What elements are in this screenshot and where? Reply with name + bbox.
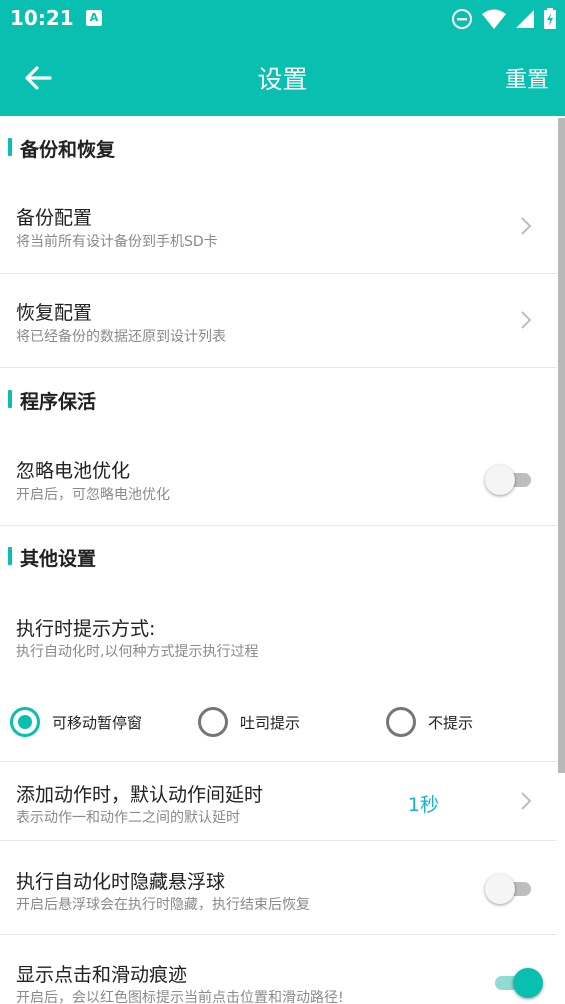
row-title: 执行自动化时隐藏悬浮球 bbox=[16, 871, 226, 893]
status-time: 10:21 bbox=[10, 6, 74, 30]
default-delay-row[interactable]: 添加动作时，默认动作间延时 表示动作一和动作二之间的默认延时 1秒 bbox=[0, 761, 557, 841]
row-title: 执行时提示方式: bbox=[16, 618, 156, 640]
ignore-battery-toggle[interactable] bbox=[485, 464, 531, 495]
wifi-icon bbox=[482, 9, 506, 29]
section-accent-bar bbox=[8, 390, 12, 408]
section-title: 备份和恢复 bbox=[20, 139, 116, 161]
radio-label: 不提示 bbox=[428, 713, 474, 732]
app-bar: 设置 重置 bbox=[0, 38, 565, 116]
chevron-right-icon bbox=[521, 311, 532, 329]
row-subtitle: 表示动作一和动作二之间的默认延时 bbox=[16, 810, 240, 826]
row-title: 恢复配置 bbox=[16, 302, 93, 324]
prompt-mode-row: 执行时提示方式: 执行自动化时,以何种方式提示执行过程 bbox=[0, 587, 557, 677]
reset-button[interactable]: 重置 bbox=[505, 62, 549, 94]
hide-ball-row[interactable]: 执行自动化时隐藏悬浮球 开启后悬浮球会在执行时隐藏，执行结束后恢复 bbox=[0, 841, 557, 935]
section-accent-bar bbox=[8, 138, 12, 156]
scrollbar[interactable] bbox=[558, 118, 565, 773]
section-keepalive-header: 程序保活 bbox=[0, 370, 557, 430]
radio-none[interactable]: 不提示 bbox=[386, 706, 473, 738]
radio-checked-icon bbox=[10, 707, 40, 737]
row-title: 添加动作时，默认动作间延时 bbox=[16, 784, 264, 806]
backup-config-row[interactable]: 备份配置 将当前所有设计备份到手机SD卡 bbox=[0, 178, 557, 274]
row-subtitle: 执行自动化时,以何种方式提示执行过程 bbox=[16, 644, 259, 660]
toggle-knob bbox=[485, 874, 515, 904]
signal-icon bbox=[516, 10, 534, 28]
status-bar: 10:21 A bbox=[0, 0, 565, 38]
status-icons bbox=[451, 7, 557, 31]
radio-unchecked-icon bbox=[198, 707, 228, 737]
row-title: 忽略电池优化 bbox=[16, 460, 131, 482]
radio-unchecked-icon bbox=[386, 707, 416, 737]
row-title: 显示点击和滑动痕迹 bbox=[16, 964, 188, 986]
toggle-knob bbox=[485, 465, 515, 495]
page-title: 设置 bbox=[257, 65, 308, 94]
delay-value: 1秒 bbox=[407, 794, 439, 816]
radio-label: 吐司提示 bbox=[240, 713, 301, 732]
battery-charging-icon bbox=[544, 8, 556, 29]
row-subtitle: 开启后，会以红色图标提示当前点击位置和滑动路径! bbox=[16, 990, 344, 1004]
hide-ball-toggle[interactable] bbox=[485, 873, 531, 904]
row-subtitle: 将已经备份的数据还原到设计列表 bbox=[16, 329, 226, 345]
row-subtitle: 将当前所有设计备份到手机SD卡 bbox=[16, 234, 218, 250]
chevron-right-icon bbox=[521, 217, 532, 235]
radio-toast[interactable]: 吐司提示 bbox=[198, 706, 300, 738]
ignore-battery-row[interactable]: 忽略电池优化 开启后，可忽略电池优化 bbox=[0, 430, 557, 526]
section-backup-header: 备份和恢复 bbox=[0, 118, 557, 178]
show-trace-row[interactable]: 显示点击和滑动痕迹 开启后，会以红色图标提示当前点击位置和滑动路径! bbox=[0, 935, 557, 1004]
show-trace-toggle[interactable] bbox=[495, 967, 543, 998]
section-other-header: 其他设置 bbox=[0, 527, 557, 587]
toggle-knob bbox=[513, 968, 543, 998]
do-not-disturb-icon bbox=[452, 9, 472, 29]
radio-movable-window[interactable]: 可移动暂停窗 bbox=[10, 706, 142, 738]
radio-label: 可移动暂停窗 bbox=[52, 713, 143, 732]
section-title: 程序保活 bbox=[20, 391, 97, 413]
row-title: 备份配置 bbox=[16, 207, 93, 229]
row-subtitle: 开启后悬浮球会在执行时隐藏，执行结束后恢复 bbox=[16, 897, 310, 913]
section-title: 其他设置 bbox=[20, 548, 97, 570]
restore-config-row[interactable]: 恢复配置 将已经备份的数据还原到设计列表 bbox=[0, 274, 557, 368]
row-subtitle: 开启后，可忽略电池优化 bbox=[16, 487, 170, 503]
section-accent-bar bbox=[8, 547, 12, 565]
notification-a-icon: A bbox=[86, 10, 102, 26]
chevron-right-icon bbox=[521, 792, 532, 810]
